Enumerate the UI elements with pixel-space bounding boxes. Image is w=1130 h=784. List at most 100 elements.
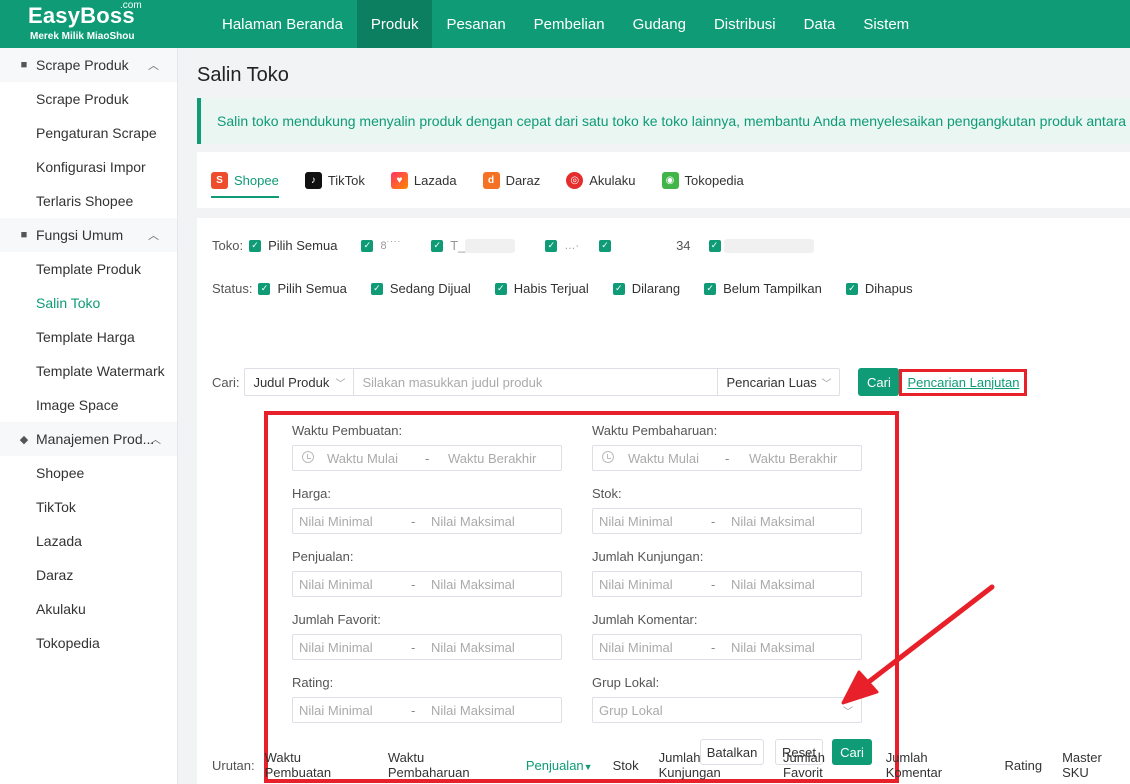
status-row: Status: ✓ Pilih Semua ✓ Sedang Dijual ✓ Hab… bbox=[212, 281, 937, 296]
page-title: Salin Toko bbox=[197, 64, 289, 86]
range-separator: - bbox=[711, 513, 716, 529]
checkbox-shop-3[interactable]: ✓ …· bbox=[545, 239, 579, 252]
sort-favorites[interactable]: Jumlah Favorit bbox=[783, 750, 866, 780]
nav-data[interactable]: Data bbox=[790, 0, 850, 48]
sidebar-item-tiktok[interactable]: TikTok bbox=[0, 490, 177, 524]
checkbox-shop-4[interactable]: ✓ bbox=[599, 238, 671, 253]
advanced-search-link[interactable]: Pencarian Lanjutan bbox=[899, 368, 1028, 396]
search-button[interactable]: Cari bbox=[858, 368, 900, 396]
status-sedang-dijual[interactable]: ✓ Sedang Dijual bbox=[370, 281, 471, 296]
sidebar-group-manajemen-produk[interactable]: ◆ Manajemen Prod... ︿ bbox=[0, 422, 177, 456]
start-placeholder: Waktu Mulai bbox=[327, 450, 399, 466]
sidebar-item-image-space[interactable]: Image Space bbox=[0, 388, 177, 422]
range-separator: - bbox=[411, 513, 416, 529]
sidebar-item-konfigurasi-impor[interactable]: Konfigurasi Impor bbox=[0, 150, 177, 184]
nav-pembelian[interactable]: Pembelian bbox=[520, 0, 619, 48]
sort-comments[interactable]: Jumlah Komentar bbox=[886, 750, 985, 780]
nav-gudang[interactable]: Gudang bbox=[619, 0, 700, 48]
sort-sales[interactable]: Penjualan▼ bbox=[526, 758, 593, 773]
local-group-select[interactable]: Grup Lokal ﹀ bbox=[592, 697, 862, 723]
sidebar-item-akulaku[interactable]: Akulaku bbox=[0, 592, 177, 626]
sidebar-item-pengaturan-scrape[interactable]: Pengaturan Scrape bbox=[0, 116, 177, 150]
tab-daraz[interactable]: d Daraz bbox=[482, 160, 540, 200]
max-placeholder: Nilai Maksimal bbox=[731, 576, 815, 592]
tab-label: Lazada bbox=[413, 172, 457, 188]
top-nav-bar: EasyBoss .com Merek Milik MiaoShou Halam… bbox=[0, 0, 1130, 48]
sidebar-item-lazada[interactable]: Lazada bbox=[0, 524, 177, 558]
tab-lazada[interactable]: ♥ Lazada bbox=[390, 160, 457, 200]
sort-master-sku[interactable]: Master SKU bbox=[1062, 750, 1130, 780]
sort-visits[interactable]: Jumlah Kunjungan bbox=[659, 750, 763, 780]
blurred-shop-name bbox=[618, 238, 671, 253]
checkbox-shop-2[interactable]: ✓ T_ bbox=[431, 238, 516, 253]
check-icon: ✓ bbox=[545, 239, 558, 252]
sort-updated[interactable]: Waktu Pembaharuan bbox=[388, 750, 506, 780]
sidebar-item-salin-toko[interactable]: Salin Toko bbox=[0, 286, 177, 320]
check-icon: ✓ bbox=[708, 239, 721, 252]
sidebar-group-fungsi-umum[interactable]: ■ Fungsi Umum ︿ bbox=[0, 218, 177, 252]
status-select-all[interactable]: ✓ Pilih Semua bbox=[258, 281, 347, 296]
sidebar-item-terlaris-shopee[interactable]: Terlaris Shopee bbox=[0, 184, 177, 218]
search-mode-select[interactable]: Pencarian Luas ﹀ bbox=[717, 368, 841, 396]
stock-label: Stok: bbox=[592, 486, 622, 501]
checkbox-shop-5[interactable]: 34 bbox=[676, 238, 690, 253]
status-dilarang[interactable]: ✓ Dilarang bbox=[612, 281, 680, 296]
tab-shopee[interactable]: S Shopee bbox=[211, 160, 279, 200]
sales-range[interactable]: Nilai Minimal - Nilai Maksimal bbox=[292, 571, 562, 597]
check-icon: ✓ bbox=[494, 282, 507, 295]
nav-produk[interactable]: Produk bbox=[356, 0, 433, 48]
status-label: Status: bbox=[212, 281, 253, 296]
created-time-range[interactable]: Waktu Mulai - Waktu Berakhir bbox=[292, 445, 562, 471]
checkbox-select-all-shops[interactable]: ✓ Pilih Semua bbox=[249, 238, 337, 253]
check-icon: ✓ bbox=[431, 239, 444, 252]
visits-range[interactable]: Nilai Minimal - Nilai Maksimal bbox=[592, 571, 862, 597]
stock-range[interactable]: Nilai Minimal - Nilai Maksimal bbox=[592, 508, 862, 534]
chevron-down-icon: ﹀ bbox=[335, 378, 346, 390]
blurred-shop-name bbox=[465, 238, 516, 253]
sidebar-item-template-harga[interactable]: Template Harga bbox=[0, 320, 177, 354]
akulaku-icon: ◎ bbox=[566, 171, 584, 189]
nav-pesanan[interactable]: Pesanan bbox=[432, 0, 519, 48]
nav-distribusi[interactable]: Distribusi bbox=[700, 0, 790, 48]
sidebar-item-template-produk[interactable]: Template Produk bbox=[0, 252, 177, 286]
rating-range[interactable]: Nilai Minimal - Nilai Maksimal bbox=[292, 697, 562, 723]
tab-akulaku[interactable]: ◎ Akulaku bbox=[566, 160, 636, 200]
sort-row: Urutan: Waktu Pembuatan Waktu Pembaharua… bbox=[212, 750, 1130, 780]
status-habis-terjual[interactable]: ✓ Habis Terjual bbox=[494, 281, 589, 296]
sidebar-group-label: Manajemen Prod... bbox=[36, 431, 155, 447]
check-icon: ✓ bbox=[361, 239, 374, 252]
sort-stock[interactable]: Stok bbox=[613, 758, 639, 773]
shopee-icon: S bbox=[211, 171, 228, 189]
sort-created[interactable]: Waktu Pembuatan bbox=[265, 750, 368, 780]
sidebar-item-daraz[interactable]: Daraz bbox=[0, 558, 177, 592]
toko-row: Toko: ✓ Pilih Semua ✓ 8˙˙˙˙ ✓ T_ ✓ …· ✓ 34 ✓ bbox=[212, 238, 838, 253]
checkbox-shop-6[interactable]: ✓ bbox=[708, 238, 814, 253]
updated-time-range[interactable]: Waktu Mulai - Waktu Berakhir bbox=[592, 445, 862, 471]
favorites-range[interactable]: Nilai Minimal - Nilai Maksimal bbox=[292, 634, 562, 660]
status-dihapus[interactable]: ✓ Dihapus bbox=[845, 281, 913, 296]
sidebar-group-scrape[interactable]: ■ Scrape Produk ︿ bbox=[0, 48, 177, 82]
max-placeholder: Nilai Maksimal bbox=[431, 576, 515, 592]
checkbox-shop-1[interactable]: ✓ 8˙˙˙˙ bbox=[361, 239, 401, 252]
favorites-label: Jumlah Favorit: bbox=[292, 612, 381, 627]
checkbox-label: Dihapus bbox=[864, 281, 913, 296]
comments-range[interactable]: Nilai Minimal - Nilai Maksimal bbox=[592, 634, 862, 660]
search-field-value: Judul Produk bbox=[253, 374, 330, 390]
logo[interactable]: EasyBoss .com Merek Milik MiaoShou bbox=[0, 0, 178, 48]
sidebar-item-scrape-produk[interactable]: Scrape Produk bbox=[0, 82, 177, 116]
sidebar-item-shopee[interactable]: Shopee bbox=[0, 456, 177, 490]
tab-tiktok[interactable]: ♪ TikTok bbox=[304, 160, 365, 200]
tab-tokopedia[interactable]: ◉ Tokopedia bbox=[661, 160, 744, 200]
shop-name: T_ bbox=[450, 238, 466, 253]
nav-sistem[interactable]: Sistem bbox=[849, 0, 923, 48]
sort-rating[interactable]: Rating bbox=[1004, 758, 1042, 773]
created-time-label: Waktu Pembuatan: bbox=[292, 423, 403, 438]
nav-home[interactable]: Halaman Beranda bbox=[208, 0, 357, 48]
search-input[interactable]: Silakan masukkan judul produk bbox=[354, 368, 718, 396]
sidebar-item-template-watermark[interactable]: Template Watermark bbox=[0, 354, 177, 388]
price-range[interactable]: Nilai Minimal - Nilai Maksimal bbox=[292, 508, 562, 534]
status-belum-tampilkan[interactable]: ✓ Belum Tampilkan bbox=[704, 281, 822, 296]
search-field-select[interactable]: Judul Produk ﹀ bbox=[244, 368, 355, 396]
sidebar-item-tokopedia[interactable]: Tokopedia bbox=[0, 626, 177, 660]
cube-icon: ◆ bbox=[19, 433, 29, 446]
